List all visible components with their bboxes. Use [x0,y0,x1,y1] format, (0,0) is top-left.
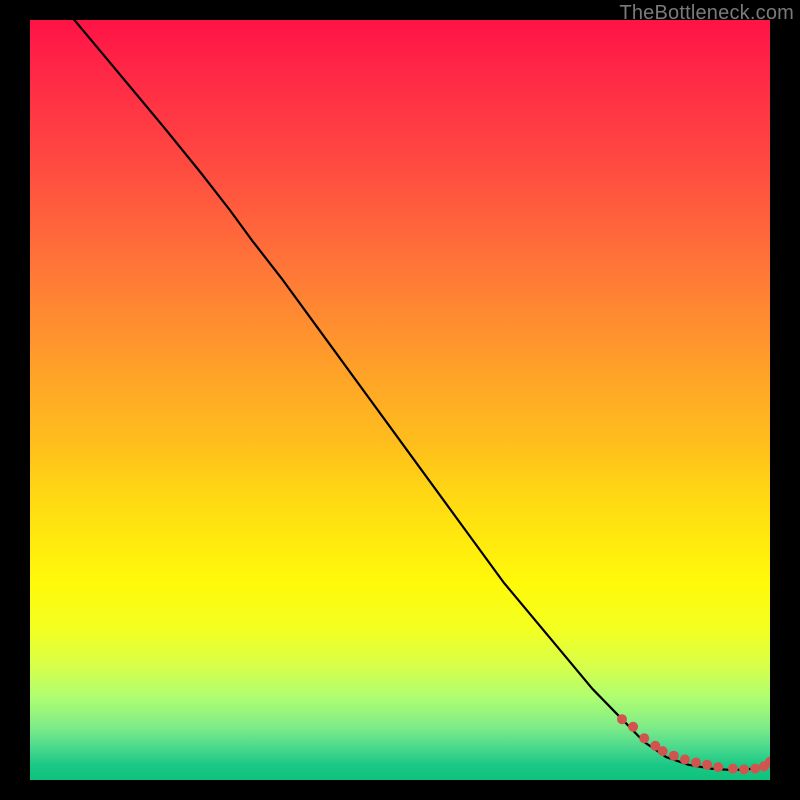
data-point [680,755,690,765]
data-point [669,751,679,761]
marker-group [617,714,770,774]
bottleneck-curve [74,20,770,770]
data-point [728,764,738,774]
chart-overlay [30,20,770,780]
data-point [617,714,627,724]
plot-area [30,20,770,780]
data-point [739,764,749,774]
data-point [750,764,760,774]
data-point [658,746,668,756]
data-point [691,758,701,768]
data-point [702,760,712,770]
data-point [713,762,723,772]
chart-frame: TheBottleneck.com [0,0,800,800]
data-point [628,722,638,732]
data-point [639,733,649,743]
